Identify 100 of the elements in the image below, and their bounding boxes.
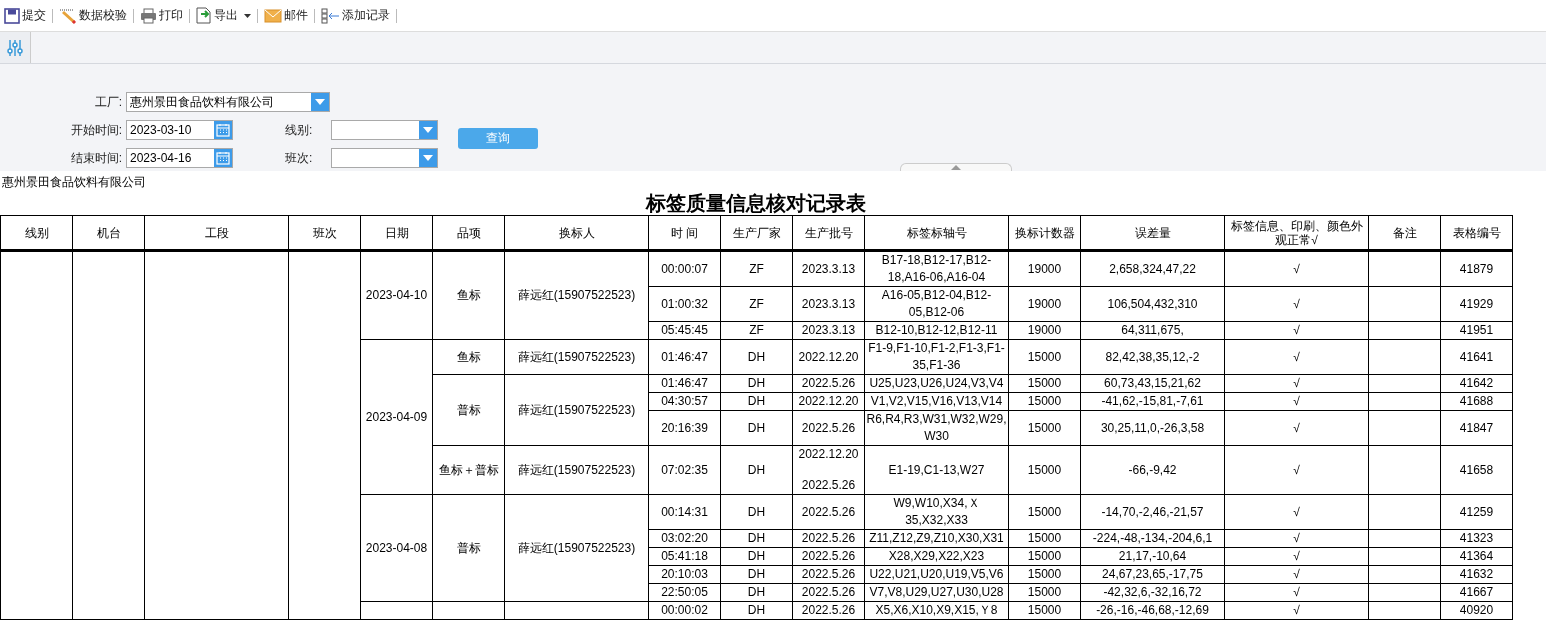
time-cell: 01:46:47: [648, 339, 721, 375]
form-number-cell: 41667: [1440, 583, 1513, 602]
maker-cell: DH: [720, 374, 793, 393]
error-cell: -66,-9,42: [1080, 445, 1225, 495]
envelope-icon: [264, 8, 282, 23]
column-header: 表格编号: [1440, 215, 1513, 251]
save-icon: [4, 7, 20, 24]
date-cell: 2023-04-08: [360, 494, 433, 602]
toolbar-button[interactable]: 导出: [194, 8, 258, 23]
company-name: 惠州景田食品饮料有限公司: [1, 174, 147, 191]
calendar-icon[interactable]: [214, 121, 232, 139]
date-field[interactable]: 2023-04-16: [126, 148, 233, 168]
field-label: 线别:: [284, 121, 314, 139]
toolbar-button[interactable]: 打印: [138, 8, 190, 23]
counter-cell: 15000: [1008, 410, 1081, 446]
time-cell: 01:46:47: [648, 374, 721, 393]
date-cell: 2023-04-09: [360, 339, 433, 495]
reel-numbers-cell: X28,X29,X22,X23: [864, 547, 1009, 566]
time-cell: 22:50:05: [648, 583, 721, 602]
toolbar-button[interactable]: 添加记录: [319, 8, 397, 23]
time-cell: 00:00:02: [648, 601, 721, 620]
batch-number: 2022.12.20: [797, 446, 860, 463]
time-cell: 05:41:18: [648, 547, 721, 566]
form-number-cell: 41847: [1440, 410, 1513, 446]
reel-numbers-cell: X5,X6,X10,X9,X15,Ｙ8: [864, 601, 1009, 620]
batch-number: 2022.5.26: [800, 375, 857, 392]
column-header: 日期: [360, 215, 433, 251]
reel-numbers-cell: V1,V2,V15,V16,V13,V14: [864, 392, 1009, 411]
maker-cell: DH: [720, 339, 793, 375]
time-cell: 07:02:35: [648, 445, 721, 495]
column-header: 工段: [144, 215, 289, 251]
reel-numbers-cell: U22,U21,U20,U19,V5,V6: [864, 565, 1009, 584]
item-cell: 普标: [432, 374, 505, 446]
calendar-icon[interactable]: [214, 149, 232, 167]
error-cell: 30,25,11,0,-26,3,58: [1080, 410, 1225, 446]
check-mark: √: [1224, 286, 1369, 322]
column-header: 机台: [72, 215, 145, 251]
date-cell: 2023-04-10: [360, 250, 433, 340]
batch-number: 2022.5.26: [800, 548, 857, 565]
maker-cell: DH: [720, 392, 793, 411]
reel-numbers-cell: F1-9,F1-10,F1-2,F1-3,F1-35,F1-36: [864, 339, 1009, 375]
check-mark: √: [1224, 321, 1369, 340]
field-label: 班次:: [284, 149, 314, 167]
batch-number: 2022.5.26: [800, 602, 857, 619]
toolbar-button[interactable]: 提交: [2, 8, 53, 23]
form-number-cell: 40920: [1440, 601, 1513, 620]
error-cell: -224,-48,-134,-204,6,1: [1080, 529, 1225, 548]
column-header: 品项: [432, 215, 505, 251]
collapse-handle[interactable]: [900, 163, 1012, 171]
counter-cell: 15000: [1008, 445, 1081, 495]
error-cell: -41,62,-15,81,-7,61: [1080, 392, 1225, 411]
error-cell: -42,32,6,-32,16,72: [1080, 583, 1225, 602]
counter-cell: 15000: [1008, 392, 1081, 411]
maker-cell: DH: [720, 565, 793, 584]
toolbar-button[interactable]: 邮件: [262, 8, 315, 23]
form-number-cell: 41259: [1440, 494, 1513, 530]
time-cell: 05:45:45: [648, 321, 721, 340]
date-field[interactable]: 2023-03-10: [126, 120, 233, 140]
toolbar-button[interactable]: 数据校验: [57, 8, 134, 23]
reel-numbers-cell: B12-10,B12-12,B12-11: [864, 321, 1009, 340]
error-cell: -26,-16,-46,68,-12,69: [1080, 601, 1225, 620]
batch-number: 2022.12.20: [797, 348, 860, 366]
batch-number: 2022.12.20: [797, 393, 860, 410]
filter-tab[interactable]: [0, 32, 31, 63]
reel-numbers-cell: E1-19,C1-13,W27: [864, 445, 1009, 495]
column-header: 换标计数器: [1008, 215, 1081, 251]
person-cell: 薛远红(15907522523): [504, 445, 649, 495]
counter-cell: 15000: [1008, 583, 1081, 602]
form-number-cell: 41641: [1440, 339, 1513, 375]
dropdown-field[interactable]: [331, 120, 438, 140]
maker-cell: DH: [720, 529, 793, 548]
item-cell: 鱼标: [432, 339, 505, 375]
batch-number: 2022.5.26: [800, 477, 857, 494]
time-cell: 00:00:07: [648, 250, 721, 287]
column-header: 生产厂家: [720, 215, 793, 251]
column-header: 标签标轴号: [864, 215, 1009, 251]
maker-cell: DH: [720, 583, 793, 602]
printer-icon: [140, 7, 157, 24]
person-cell: 薛远红(15907522523): [504, 494, 649, 602]
time-cell: 20:10:03: [648, 565, 721, 584]
error-cell: -14,70,-2,46,-21,57: [1080, 494, 1225, 530]
check-mark: √: [1224, 445, 1369, 495]
reel-numbers-cell: B17-18,B12-17,B12-18,A16-06,A16-04: [864, 250, 1009, 287]
counter-cell: 15000: [1008, 494, 1081, 530]
counter-cell: 15000: [1008, 601, 1081, 620]
reel-numbers-cell: V7,V8,U29,U27,U30,U28: [864, 583, 1009, 602]
column-header: 备注: [1368, 215, 1441, 251]
counter-cell: 15000: [1008, 547, 1081, 566]
maker-cell: ZF: [720, 321, 793, 340]
check-mark: √: [1224, 547, 1369, 566]
counter-cell: 15000: [1008, 529, 1081, 548]
dropdown-field[interactable]: [331, 148, 438, 168]
counter-cell: 15000: [1008, 565, 1081, 584]
time-cell: 01:00:32: [648, 286, 721, 322]
form-number-cell: 41688: [1440, 392, 1513, 411]
document-arrow-icon: [196, 7, 212, 24]
maker-cell: DH: [720, 494, 793, 530]
column-header: 线别: [0, 215, 73, 251]
dropdown-field[interactable]: 惠州景田食品饮料有限公司: [126, 92, 330, 112]
maker-cell: DH: [720, 445, 793, 495]
